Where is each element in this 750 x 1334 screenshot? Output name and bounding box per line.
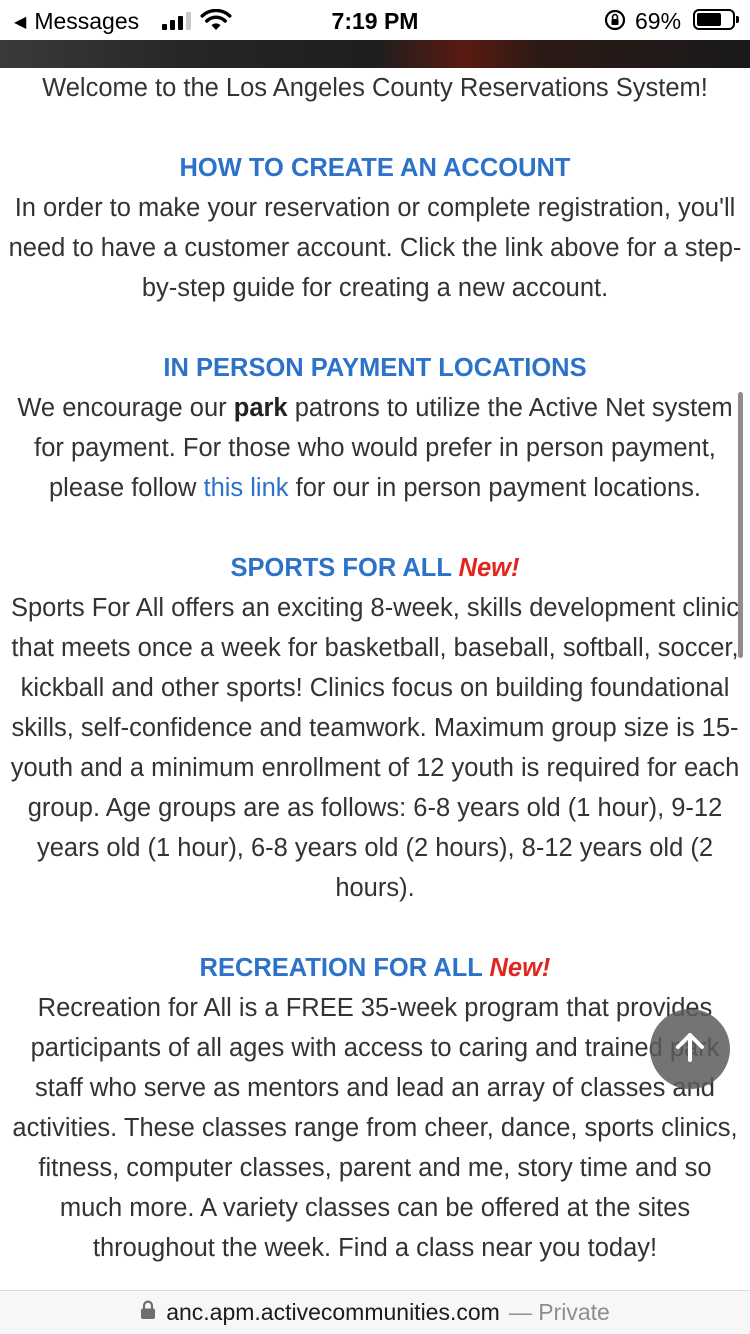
battery-icon	[693, 9, 739, 30]
payment-locations-link[interactable]: this link	[204, 474, 289, 502]
heading-sports-for-all: SPORTS FOR ALL New!	[0, 548, 750, 588]
new-badge: New!	[489, 954, 551, 982]
page-content: Welcome to the Los Angeles County Reserv…	[0, 68, 750, 1290]
payment-text-bold: park	[233, 394, 288, 422]
welcome-text: Welcome to the Los Angeles County Reserv…	[42, 74, 708, 102]
payment-text-part1: We encourage our	[17, 394, 234, 422]
heading-recreation-for-all: RECREATION FOR ALL New!	[0, 948, 750, 988]
sports-heading-text: SPORTS FOR ALL	[230, 554, 452, 582]
sports-for-all-text: Sports For All offers an exciting 8-week…	[10, 594, 740, 902]
page-scrollbar[interactable]	[738, 392, 743, 658]
battery-percent: 69%	[635, 8, 682, 34]
address-bar[interactable]: anc.apm.activecommunities.com — Private	[0, 1290, 750, 1334]
arrow-up-icon	[670, 1027, 710, 1072]
orientation-lock-icon	[603, 9, 627, 36]
hero-banner-image	[0, 40, 750, 68]
heading-create-account: HOW TO CREATE AN ACCOUNT	[179, 154, 571, 182]
status-bar: ◀ Messages 7:19 PM 69%	[0, 0, 750, 40]
payment-locations-text: We encourage our park patrons to utilize…	[0, 388, 750, 508]
url-domain: anc.apm.activecommunities.com	[166, 1299, 500, 1325]
scroll-to-top-button[interactable]	[650, 1009, 730, 1089]
recreation-heading-text: RECREATION FOR ALL	[199, 954, 483, 982]
payment-text-part3: for our in person payment locations.	[288, 474, 702, 502]
create-account-text: In order to make your reservation or com…	[8, 194, 742, 302]
new-badge: New!	[458, 554, 520, 582]
heading-payment-locations: IN PERSON PAYMENT LOCATIONS	[163, 354, 587, 382]
private-label: — Private	[508, 1299, 610, 1325]
lock-icon	[140, 1299, 156, 1326]
recreation-for-all-text: Recreation for All is a FREE 35-week pro…	[12, 994, 738, 1262]
